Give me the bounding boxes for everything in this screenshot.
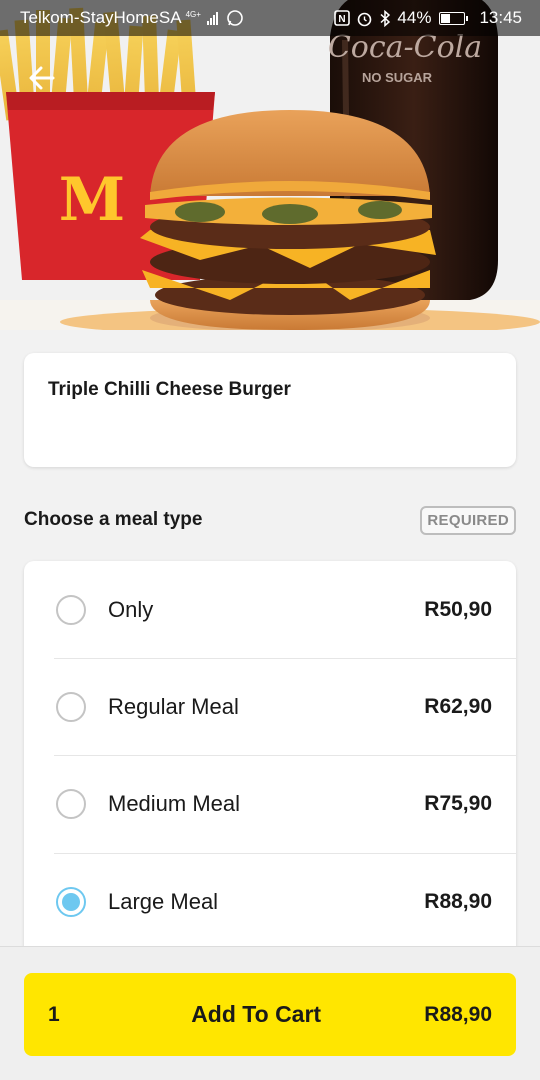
meal-option-medium[interactable]: Medium Meal R75,90	[24, 755, 516, 852]
radio-button[interactable]	[56, 691, 86, 722]
cart-total: R88,90	[424, 1002, 492, 1026]
add-to-cart-label: Add To Cart	[191, 1001, 322, 1027]
meal-option-only[interactable]: Only R50,90	[24, 561, 516, 658]
svg-text:NO SUGAR: NO SUGAR	[362, 70, 433, 85]
meal-type-label: Choose a meal type	[24, 509, 203, 530]
option-name: Large Meal	[108, 888, 219, 914]
nfc-icon: N	[334, 10, 351, 26]
carrier-name: Telkom-StayHomeSA	[20, 8, 182, 27]
bottom-action-bar: 1 Add To Cart R88,90	[0, 946, 540, 1080]
option-price: R75,90	[424, 791, 492, 815]
add-to-cart-button[interactable]: 1 Add To Cart R88,90	[24, 973, 516, 1056]
required-badge: REQUIRED	[420, 505, 516, 535]
option-price: R88,90	[424, 889, 492, 913]
status-bar: Telkom-StayHomeSA 4G+ N 44% 13:45	[0, 0, 540, 36]
meal-options-list: Only R50,90 Regular Meal R62,90 Medium M…	[24, 561, 516, 961]
bluetooth-icon	[380, 9, 391, 27]
option-price: R50,90	[424, 597, 492, 621]
alarm-icon	[358, 12, 372, 26]
product-title-card: Triple Chilli Cheese Burger	[24, 353, 516, 467]
product-title: Triple Chilli Cheese Burger	[48, 379, 291, 400]
svg-text:M: M	[59, 165, 125, 235]
network-type-label: 4G+	[185, 10, 201, 19]
clock: 13:45	[479, 8, 522, 27]
signal-icon	[206, 11, 218, 25]
meal-photo-illustration: M Coca-Cola NO SUGAR	[0, 0, 540, 330]
option-price: R62,90	[424, 694, 492, 718]
back-button[interactable]	[22, 58, 62, 98]
battery-icon	[439, 11, 469, 25]
cart-quantity: 1	[48, 1002, 60, 1026]
radio-button[interactable]	[56, 886, 86, 917]
radio-button[interactable]	[56, 788, 86, 819]
meal-type-header: Choose a meal type REQUIRED	[24, 502, 516, 538]
burger-illustration	[140, 110, 436, 330]
battery-percent: 44%	[397, 8, 432, 27]
hero-image: M Coca-Cola NO SUGAR	[0, 0, 540, 330]
meal-option-large[interactable]: Large Meal R88,90	[24, 853, 516, 950]
radio-button[interactable]	[56, 594, 86, 625]
whatsapp-icon	[227, 10, 243, 26]
svg-text:N: N	[339, 14, 346, 25]
meal-option-regular[interactable]: Regular Meal R62,90	[24, 658, 516, 755]
arrow-left-icon	[29, 66, 55, 90]
option-name: Only	[108, 596, 154, 622]
option-name: Medium Meal	[108, 790, 241, 816]
option-name: Regular Meal	[108, 693, 239, 719]
